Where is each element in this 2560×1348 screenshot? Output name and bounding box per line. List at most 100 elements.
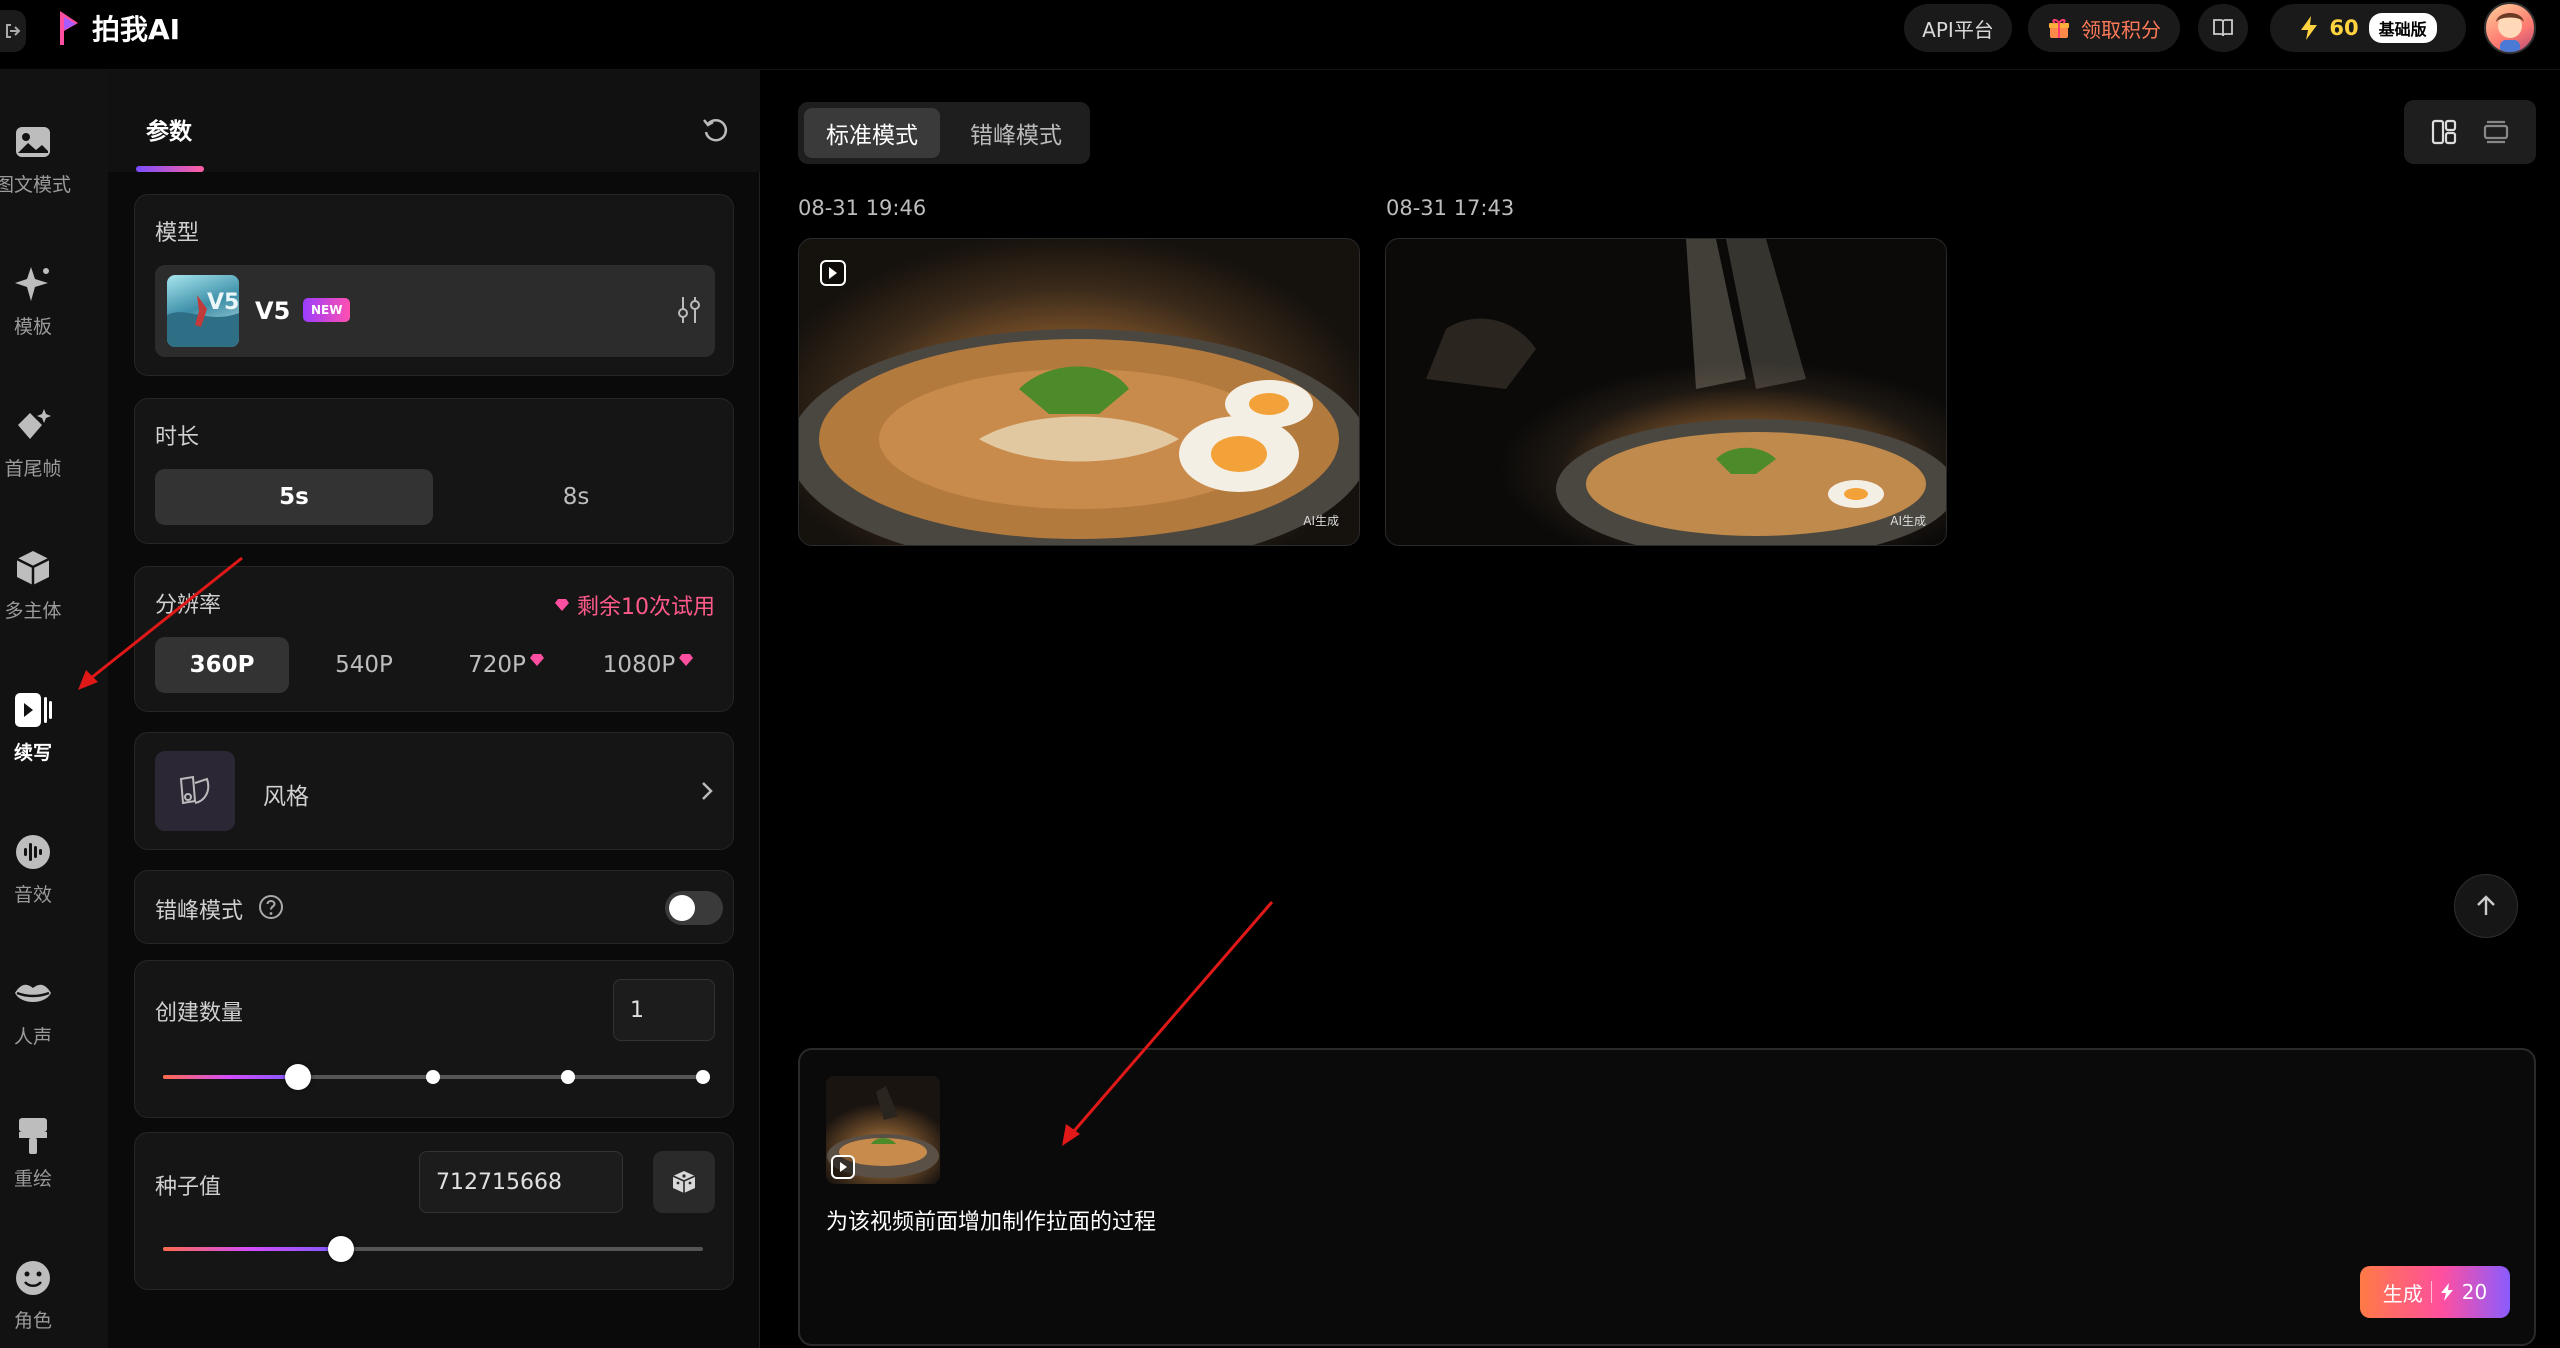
ai-generated-tag: AI生成 (1890, 514, 1926, 528)
generate-label: 生成 (2382, 1281, 2423, 1306)
video-icon (831, 1155, 855, 1179)
sparkle-icon (15, 267, 49, 301)
image-icon (16, 127, 50, 157)
duration-option-5s[interactable]: 5s (155, 469, 433, 525)
sidebar-item-voice[interactable]: 人声 (0, 974, 66, 1049)
peak-mode-card: 错峰模式 (134, 870, 734, 944)
sidebar-item-character[interactable]: 角色 (0, 1258, 66, 1333)
lips-icon (15, 984, 51, 1002)
seed-input[interactable]: 712715668 (419, 1151, 623, 1213)
gem-icon (555, 599, 569, 611)
diamond-sparkle-icon (18, 409, 51, 439)
model-thumbnail: V5 (167, 275, 239, 347)
trial-remaining: 剩余10次试用 (555, 589, 715, 621)
seed-slider[interactable] (163, 1236, 703, 1262)
credits-display[interactable]: 60 基础版 (2270, 4, 2466, 52)
video-timestamp: 08-31 17:43 (1386, 196, 1515, 220)
docs-button[interactable] (2198, 4, 2248, 52)
duration-option-8s[interactable]: 8s (437, 469, 715, 525)
resolution-option-label: 1080P (602, 652, 676, 678)
sidebar-item-label: 角色 (13, 1310, 52, 1332)
sidebar-item-image-text[interactable]: 图文模式 (0, 122, 71, 197)
count-label: 创建数量 (155, 1001, 244, 1026)
style-label: 风格 (263, 784, 309, 810)
style-selector[interactable]: 风格 (134, 732, 734, 850)
scroll-top-button[interactable] (2454, 874, 2518, 938)
resolution-option-label: 360P (189, 652, 255, 678)
prompt-composer[interactable]: 为该视频前面增加制作拉面的过程 生成 20 (798, 1048, 2536, 1346)
sidebar-item-template[interactable]: 模板 (0, 264, 66, 339)
lightning-icon (2440, 1283, 2453, 1301)
back-icon (6, 24, 21, 38)
back-button[interactable] (0, 10, 26, 52)
reset-icon[interactable] (700, 114, 732, 146)
sidebar-item-label: 人声 (13, 1026, 52, 1048)
seed-slider-handle[interactable] (328, 1236, 354, 1262)
sound-wave-icon (16, 835, 50, 869)
plan-badge: 基础版 (2368, 13, 2437, 43)
style-thumbnail (155, 751, 235, 831)
model-label: 模型 (155, 221, 200, 246)
seed-label: 种子值 (155, 1175, 222, 1200)
resolution-option-1080p[interactable]: 1080P (581, 637, 715, 693)
sidebar-item-continue[interactable]: 续写 (0, 690, 66, 765)
panel-title[interactable]: 参数 (146, 112, 192, 146)
ramen-bowl-image (799, 329, 1359, 545)
tune-icon[interactable] (675, 295, 703, 325)
app-logo[interactable]: 拍我AI (56, 8, 180, 48)
parameter-panel: 参数 模型 V5 V5 NEW 时长 5s 8s 分辨率 剩余10次试用 360… (108, 70, 760, 1348)
gift-icon (2049, 18, 2069, 38)
arrow-up-icon (2477, 895, 2495, 915)
model-selector[interactable]: V5 V5 NEW (155, 265, 715, 357)
sidebar-item-label: 多主体 (4, 600, 62, 622)
resolution-label: 分辨率 (155, 593, 222, 618)
tab-standard-mode[interactable]: 标准模式 (804, 108, 940, 158)
random-seed-button[interactable] (653, 1151, 715, 1213)
chevron-right-icon (702, 782, 713, 800)
slider-step-dot (426, 1070, 440, 1084)
sidebar-item-first-last-frame[interactable]: 首尾帧 (0, 406, 66, 481)
api-platform-label: API平台 (1922, 17, 1994, 42)
resolution-option-360p[interactable]: 360P (155, 637, 289, 693)
top-bar: 拍我AI API平台 领取积分 60 基础版 (0, 0, 2560, 70)
count-input[interactable]: 1 (613, 979, 715, 1041)
app-title: 拍我AI (92, 13, 181, 46)
sidebar-item-sound-effect[interactable]: 音效 (0, 832, 66, 907)
duration-option-label: 5s (279, 484, 309, 510)
list-layout-icon[interactable] (2481, 117, 2511, 147)
video-thumbnail[interactable]: AI生成 (1385, 238, 1947, 546)
help-icon[interactable] (257, 893, 285, 921)
tool-sidebar: 图文模式 模板 首尾帧 多主体 续写 音效 人声 重绘 角色 (0, 70, 108, 1348)
sidebar-item-repaint[interactable]: 重绘 (0, 1116, 66, 1191)
video-thumbnail[interactable]: AI生成 (798, 238, 1360, 546)
duration-label: 时长 (155, 425, 200, 450)
resolution-option-540p[interactable]: 540P (297, 637, 431, 693)
new-badge: NEW (303, 298, 351, 322)
generate-button[interactable]: 生成 20 (2360, 1266, 2510, 1318)
count-slider[interactable] (163, 1064, 710, 1090)
tab-peak-mode[interactable]: 错峰模式 (948, 108, 1084, 158)
trial-remaining-text: 剩余10次试用 (577, 595, 715, 620)
count-card: 创建数量 1 (134, 960, 734, 1118)
video-extend-icon (15, 693, 52, 727)
slider-step-dot (696, 1070, 710, 1084)
avatar[interactable] (2484, 2, 2536, 54)
smile-icon (16, 1261, 50, 1295)
view-toggle (2404, 100, 2536, 164)
peak-mode-label: 错峰模式 (155, 899, 244, 924)
grid-layout-icon[interactable] (2429, 117, 2459, 147)
count-slider-fill (163, 1075, 298, 1079)
peak-mode-toggle[interactable] (665, 891, 723, 925)
resolution-card: 分辨率 剩余10次试用 360P 540P 720P 1080P (134, 566, 734, 712)
sidebar-item-multi-subject[interactable]: 多主体 (0, 548, 66, 623)
count-slider-handle[interactable] (285, 1064, 311, 1090)
duration-option-label: 8s (562, 484, 590, 510)
sidebar-item-label: 模板 (13, 316, 52, 338)
ramen-kitchen-image (1426, 239, 1946, 545)
claim-points-button[interactable]: 领取积分 (2028, 4, 2180, 52)
reference-video-thumbnail[interactable] (826, 1076, 940, 1184)
api-platform-button[interactable]: API平台 (1904, 4, 2012, 52)
prompt-text[interactable]: 为该视频前面增加制作拉面的过程 (826, 1204, 1156, 1236)
resolution-option-720p[interactable]: 720P (439, 637, 573, 693)
seed-card: 种子值 712715668 (134, 1132, 734, 1290)
